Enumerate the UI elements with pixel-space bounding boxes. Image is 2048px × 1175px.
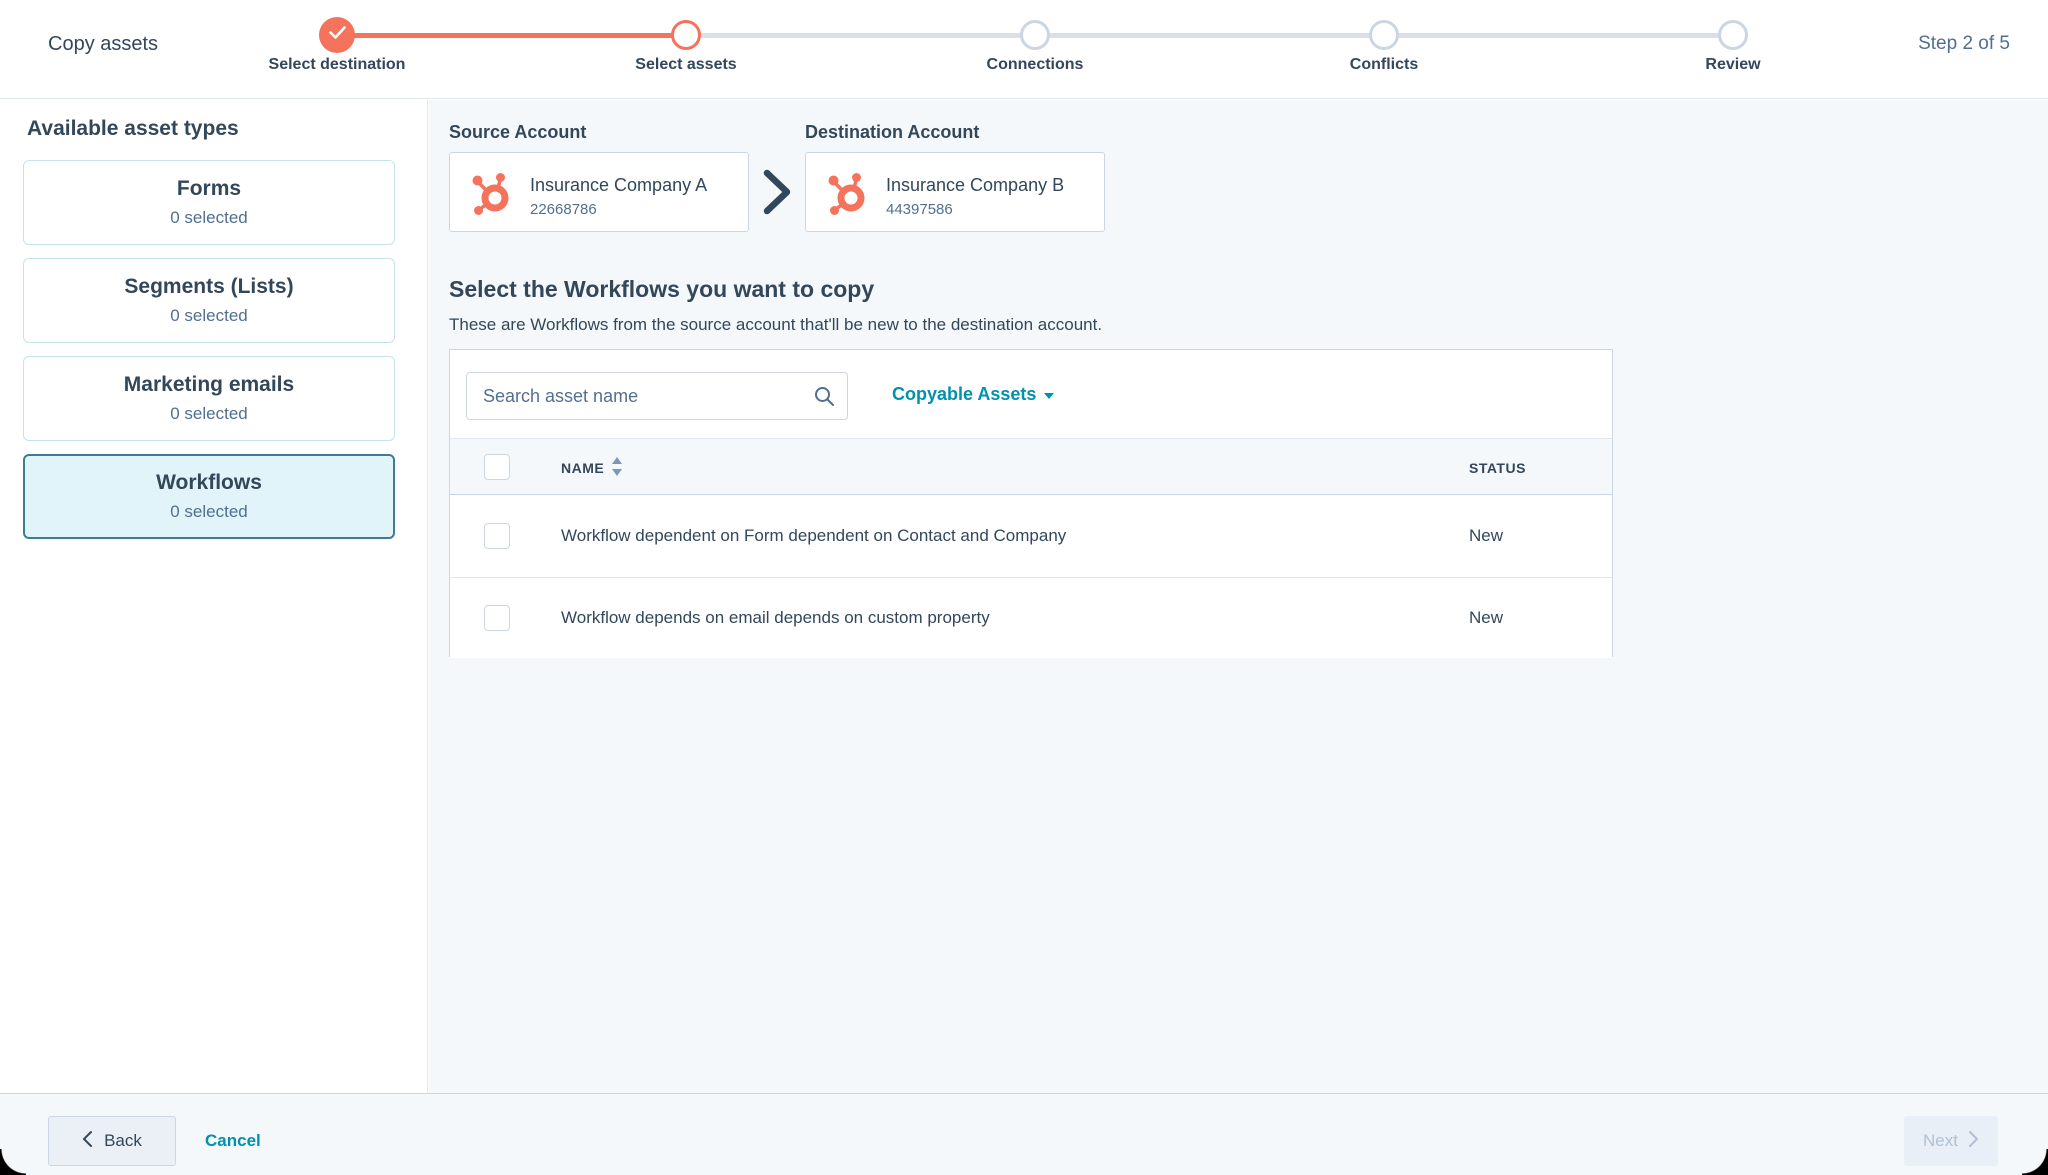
asset-name: Workflow dependent on Form dependent on … xyxy=(561,495,1066,577)
wizard-footer: Back Cancel Next xyxy=(0,1093,2048,1175)
hubspot-sprocket-icon xyxy=(468,170,514,221)
asset-status: New xyxy=(1469,578,1503,658)
step-circle-connections xyxy=(1020,20,1050,50)
select-all-checkbox[interactable] xyxy=(484,454,510,480)
chevron-right-icon xyxy=(1968,1130,1979,1153)
column-header-name-label: NAME xyxy=(561,460,604,476)
step-label-review: Review xyxy=(1583,56,1883,74)
destination-account-label: Destination Account xyxy=(805,122,979,143)
cancel-link[interactable]: Cancel xyxy=(205,1116,261,1166)
screen-corner xyxy=(0,1149,26,1175)
step-label-connections: Connections xyxy=(885,56,1185,74)
step-label-conflicts: Conflicts xyxy=(1234,56,1534,74)
asset-type-label: Workflows xyxy=(156,471,262,495)
asset-type-label: Forms xyxy=(177,177,241,201)
screen-corner xyxy=(2022,1149,2048,1175)
source-account-card: Insurance Company A 22668786 xyxy=(449,152,749,232)
step-circle-conflicts xyxy=(1369,20,1399,50)
asset-type-card-workflows[interactable]: Workflows 0 selected xyxy=(23,454,395,539)
stepper-connector xyxy=(686,33,1035,38)
asset-type-count: 0 selected xyxy=(170,306,248,326)
page-title: Copy assets xyxy=(48,33,158,56)
search-icon xyxy=(813,385,835,412)
back-button[interactable]: Back xyxy=(48,1116,176,1166)
asset-status: New xyxy=(1469,495,1503,577)
section-heading: Select the Workflows you want to copy xyxy=(449,276,874,303)
next-button-label: Next xyxy=(1923,1131,1958,1151)
row-checkbox[interactable] xyxy=(484,523,510,549)
copy-assets-wizard: Copy assets Select destination Select as… xyxy=(0,0,2048,1175)
step-circle-review xyxy=(1718,20,1748,50)
table-row[interactable]: Workflow dependent on Form dependent on … xyxy=(450,495,1612,578)
hubspot-sprocket-icon xyxy=(824,170,870,221)
asset-type-card-segments[interactable]: Segments (Lists) 0 selected xyxy=(23,258,395,343)
caret-down-icon xyxy=(1044,393,1054,399)
source-account-name: Insurance Company A xyxy=(530,175,707,196)
destination-account-card: Insurance Company B 44397586 xyxy=(805,152,1105,232)
check-icon xyxy=(329,26,346,44)
row-checkbox[interactable] xyxy=(484,605,510,631)
asset-type-card-marketing-emails[interactable]: Marketing emails 0 selected xyxy=(23,356,395,441)
stepper-connector xyxy=(1384,33,1733,38)
sort-icon xyxy=(611,457,623,479)
main-content: Source Account Insurance Company A 226 xyxy=(429,100,2048,1093)
step-label-select-assets: Select assets xyxy=(536,56,836,74)
chevron-left-icon xyxy=(82,1130,93,1153)
assets-panel: Copyable Assets NAME STATUS Workflow dep… xyxy=(449,349,1613,657)
asset-type-card-forms[interactable]: Forms 0 selected xyxy=(23,160,395,245)
asset-name: Workflow depends on email depends on cus… xyxy=(561,578,990,658)
destination-account-id: 44397586 xyxy=(886,201,953,218)
arrow-right-icon xyxy=(760,168,794,221)
asset-type-count: 0 selected xyxy=(170,404,248,424)
source-account-id: 22668786 xyxy=(530,201,597,218)
step-circle-select-assets xyxy=(671,20,701,50)
step-indicator: Step 2 of 5 xyxy=(1918,33,2010,55)
asset-type-count: 0 selected xyxy=(170,502,248,522)
sidebar-heading: Available asset types xyxy=(27,117,239,141)
search-input[interactable] xyxy=(466,372,848,420)
copyable-assets-label: Copyable Assets xyxy=(892,384,1036,405)
stepper-connector xyxy=(337,33,686,38)
section-description: These are Workflows from the source acco… xyxy=(449,315,1102,335)
stepper-connector xyxy=(1035,33,1384,38)
search-field-wrapper xyxy=(466,372,848,420)
table-header-row: NAME STATUS xyxy=(450,438,1612,495)
asset-type-label: Marketing emails xyxy=(124,373,294,397)
step-circle-select-destination xyxy=(319,17,355,53)
destination-account-name: Insurance Company B xyxy=(886,175,1064,196)
asset-type-count: 0 selected xyxy=(170,208,248,228)
column-header-status: STATUS xyxy=(1469,439,1526,496)
table-row[interactable]: Workflow depends on email depends on cus… xyxy=(450,578,1612,658)
next-button[interactable]: Next xyxy=(1904,1116,1998,1166)
back-button-label: Back xyxy=(104,1131,142,1151)
asset-type-label: Segments (Lists) xyxy=(124,275,293,299)
step-label-select-destination: Select destination xyxy=(187,56,487,74)
copyable-assets-dropdown[interactable]: Copyable Assets xyxy=(892,384,1054,405)
source-account-label: Source Account xyxy=(449,122,586,143)
wizard-header: Copy assets Select destination Select as… xyxy=(0,0,2048,99)
column-header-name[interactable]: NAME xyxy=(561,439,623,496)
sidebar-asset-types: Available asset types Forms 0 selected S… xyxy=(0,100,428,1093)
